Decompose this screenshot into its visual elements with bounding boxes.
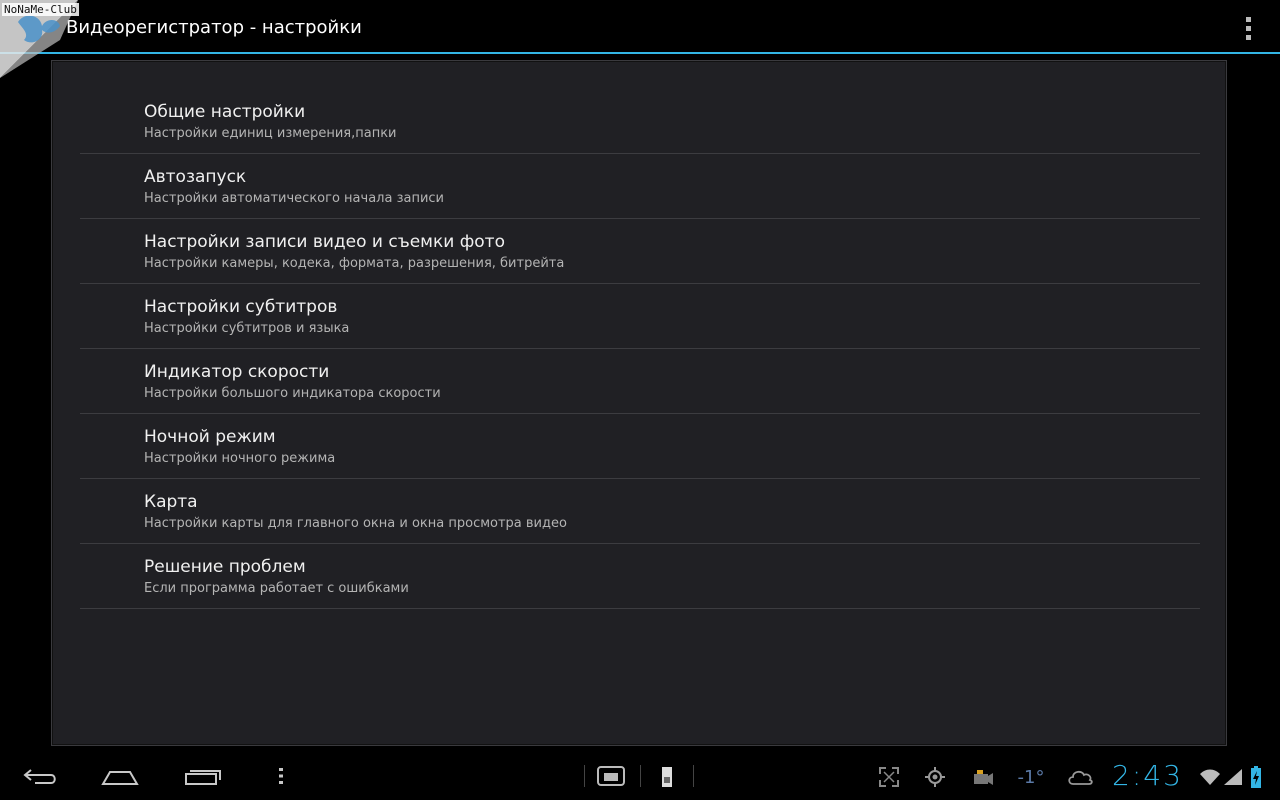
action-bar-divider (0, 52, 1280, 54)
item-summary: Настройки единиц измерения,папки (144, 126, 397, 141)
screen: Видеорегистратор - настройки NoNaMe-Club… (0, 0, 1280, 800)
overflow-menu-icon[interactable] (1238, 14, 1258, 42)
item-summary: Если программа работает с ошибками (144, 581, 409, 596)
fullscreen-icon (876, 764, 902, 790)
item-title: Индикатор скорости (144, 362, 330, 382)
settings-item-troubleshooting[interactable]: Решение проблем Если программа работает … (80, 544, 1200, 609)
camera-icon (970, 764, 996, 790)
item-title: Решение проблем (144, 557, 306, 577)
item-summary: Настройки автоматического начала записи (144, 191, 444, 206)
settings-item-subtitles[interactable]: Настройки субтитров Настройки субтитров … (80, 284, 1200, 349)
gps-icon (922, 764, 948, 790)
battery-icon (1248, 764, 1264, 790)
item-title: Настройки записи видео и съемки фото (144, 232, 505, 252)
recent-apps-icon[interactable] (180, 764, 224, 788)
settings-item-speed-indicator[interactable]: Индикатор скорости Настройки большого ин… (80, 349, 1200, 414)
settings-item-recording[interactable]: Настройки записи видео и съемки фото Нас… (80, 219, 1200, 284)
cloud-icon (1064, 764, 1096, 790)
item-title: Ночной режим (144, 427, 276, 447)
item-summary: Настройки ночного режима (144, 451, 336, 466)
menu-icon[interactable] (272, 764, 290, 788)
settings-item-map[interactable]: Карта Настройки карты для главного окна … (80, 479, 1200, 544)
settings-item-general[interactable]: Общие настройки Настройки единиц измерен… (80, 89, 1200, 154)
settings-item-autostart[interactable]: Автозапуск Настройки автоматического нач… (80, 154, 1200, 219)
wifi-icon (1198, 766, 1222, 788)
back-icon[interactable] (20, 764, 60, 788)
system-bar: -1° 2:43 (0, 752, 1280, 800)
item-summary: Настройки камеры, кодека, формата, разре… (144, 256, 565, 271)
action-bar: Видеорегистратор - настройки (0, 0, 1280, 54)
settings-item-night-mode[interactable]: Ночной режим Настройки ночного режима (80, 414, 1200, 479)
app-title: Видеорегистратор - настройки (66, 17, 362, 38)
item-title: Настройки субтитров (144, 297, 338, 317)
usb-icon[interactable] (656, 764, 678, 790)
screen-compat-icon[interactable] (594, 764, 628, 788)
clock[interactable]: 2:43 (1112, 760, 1183, 792)
item-summary: Настройки карты для главного окна и окна… (144, 516, 567, 531)
divider (640, 765, 641, 787)
settings-list: Общие настройки Настройки единиц измерен… (80, 89, 1200, 609)
item-title: Автозапуск (144, 167, 247, 187)
divider (584, 765, 585, 787)
divider (693, 765, 694, 787)
signal-icon (1222, 766, 1244, 788)
settings-panel: Общие настройки Настройки единиц измерен… (51, 60, 1227, 746)
temperature-icon: -1° (1017, 766, 1045, 788)
item-summary: Настройки субтитров и языка (144, 321, 350, 336)
item-title: Общие настройки (144, 102, 306, 122)
home-icon[interactable] (98, 764, 142, 788)
item-summary: Настройки большого индикатора скорости (144, 386, 441, 401)
item-title: Карта (144, 492, 198, 512)
